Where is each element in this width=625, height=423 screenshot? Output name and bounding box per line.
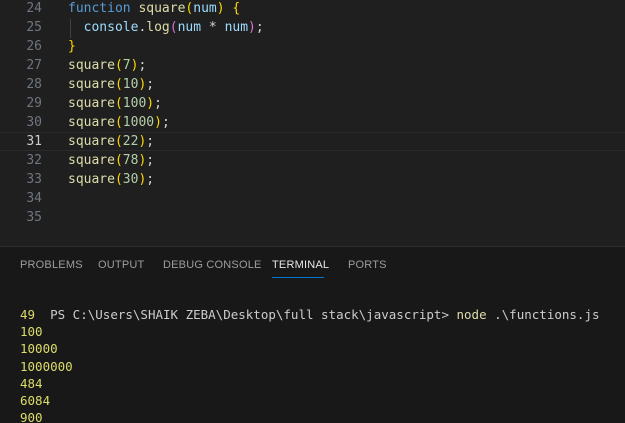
code-token: ( (114, 77, 123, 92)
code-token: ( (114, 96, 123, 111)
code-line[interactable]: 32 square(78); (0, 151, 625, 170)
line-number: 28 (26, 77, 42, 92)
code-token: ( (114, 58, 123, 73)
code-line[interactable]: 35 (0, 208, 625, 227)
line-number: 24 (26, 1, 42, 16)
terminal-prompt: PS C:\Users\SHAIK ZEBA\Desktop\full stac… (50, 307, 457, 322)
code-line[interactable]: 28 square(10); (0, 75, 625, 94)
line-number: 25 (26, 20, 42, 35)
code-token: ) (146, 96, 155, 111)
code-line[interactable]: 29 square(100); (0, 94, 625, 113)
code-token: square (68, 134, 115, 149)
code-token: 22 (122, 134, 139, 149)
code-line[interactable]: 27 square(7); (0, 56, 625, 75)
code-token: ; (154, 96, 162, 111)
line-number: 29 (26, 96, 42, 111)
code-line[interactable]: 33 square(30); (0, 170, 625, 189)
code-token: 100 (122, 96, 147, 111)
code-text: square(7); (68, 56, 146, 75)
code-line[interactable]: 25 console.log(num * num); (0, 18, 625, 37)
tab-terminal[interactable]: TERMINAL (272, 259, 329, 271)
code-token: square (68, 77, 115, 92)
terminal-output-line: 6084 (20, 393, 51, 408)
line-number: 30 (26, 115, 42, 130)
code-token: ; (138, 58, 147, 73)
terminal-output-line: 49 (20, 307, 36, 322)
code-token: ( (114, 172, 123, 187)
line-number: 35 (26, 210, 42, 225)
code-text: square(100); (68, 94, 162, 113)
line-number: 31 (26, 134, 42, 149)
code-token: 78 (122, 153, 139, 168)
terminal-output-line: 100 (20, 324, 43, 340)
code-text: square(1000); (68, 113, 170, 132)
code-token: 10 (122, 77, 139, 92)
code-token: 7 (122, 58, 131, 73)
code-token: 1000 (122, 115, 155, 130)
code-line[interactable]: 24 function square(num) { (0, 0, 625, 18)
tab-ports[interactable]: PORTS (348, 259, 387, 271)
code-token: num (193, 1, 217, 16)
code-token: ) (154, 115, 162, 130)
terminal-output-line: 900 (20, 410, 43, 423)
code-token: square (138, 1, 186, 16)
code-token: ; (146, 77, 155, 92)
code-token: square (68, 153, 115, 168)
bottom-panel: PROBLEMS OUTPUT DEBUG CONSOLE TERMINAL P… (0, 246, 625, 423)
code-text: square(78); (68, 151, 154, 170)
terminal-output-line: 1000000 (20, 358, 73, 374)
code-line[interactable]: 34 (0, 189, 625, 208)
code-token: log (146, 20, 170, 35)
code-token: function (68, 1, 131, 16)
code-text: } (68, 37, 76, 56)
code-token: ) (248, 20, 256, 35)
tab-output[interactable]: OUTPUT (98, 259, 144, 271)
tab-problems[interactable]: PROBLEMS (20, 259, 83, 271)
code-text: square(30); (68, 170, 154, 189)
code-token: { (232, 1, 241, 16)
code-token: square (68, 96, 115, 111)
code-token: ( (169, 20, 178, 35)
terminal-command-line: PS C:\Users\SHAIK ZEBA\Desktop\full stac… (20, 289, 600, 340)
code-token: ( (114, 115, 123, 130)
terminal-output-line: 10000 (20, 341, 58, 357)
tab-debug-console[interactable]: DEBUG CONSOLE (163, 259, 262, 271)
code-line[interactable]: 30 square(1000); (0, 113, 625, 132)
code-token: ( (114, 134, 123, 149)
code-text: function square(num) { (68, 0, 240, 18)
terminal-argument: .\functions.js (486, 307, 600, 322)
code-token: ) (216, 1, 225, 16)
code-text: square(22); (68, 133, 154, 150)
code-token: ; (146, 153, 155, 168)
code-token: ; (146, 134, 155, 149)
code-text: console.log(num * num); (68, 18, 264, 37)
terminal-output-line: 484 (20, 375, 43, 391)
code-token: ( (114, 153, 123, 168)
active-tab-indicator (272, 277, 324, 278)
code-token: * (201, 20, 225, 35)
code-token: ; (255, 20, 264, 35)
line-number: 26 (26, 39, 42, 54)
code-token: } (68, 39, 76, 54)
line-number: 33 (26, 172, 42, 187)
code-token: square (68, 115, 115, 130)
code-token: ; (146, 172, 155, 187)
line-number: 27 (26, 58, 42, 73)
terminal-command: node (456, 307, 487, 322)
code-editor[interactable]: 24 function square(num) {25 console.log(n… (0, 0, 625, 246)
code-text: square(10); (68, 75, 154, 94)
code-line[interactable]: 26} (0, 37, 625, 56)
panel-tab-bar: PROBLEMS OUTPUT DEBUG CONSOLE TERMINAL P… (0, 247, 625, 283)
code-line[interactable]: 31 square(22); (0, 132, 625, 151)
code-token: num (177, 20, 202, 35)
line-number: 32 (26, 153, 42, 168)
code-token: ; (161, 115, 170, 130)
code-token: 30 (122, 172, 139, 187)
code-token: num (224, 20, 249, 35)
code-token: square (68, 172, 115, 187)
code-token: console (83, 20, 139, 35)
line-number: 34 (26, 191, 42, 206)
code-token: square (68, 58, 115, 73)
